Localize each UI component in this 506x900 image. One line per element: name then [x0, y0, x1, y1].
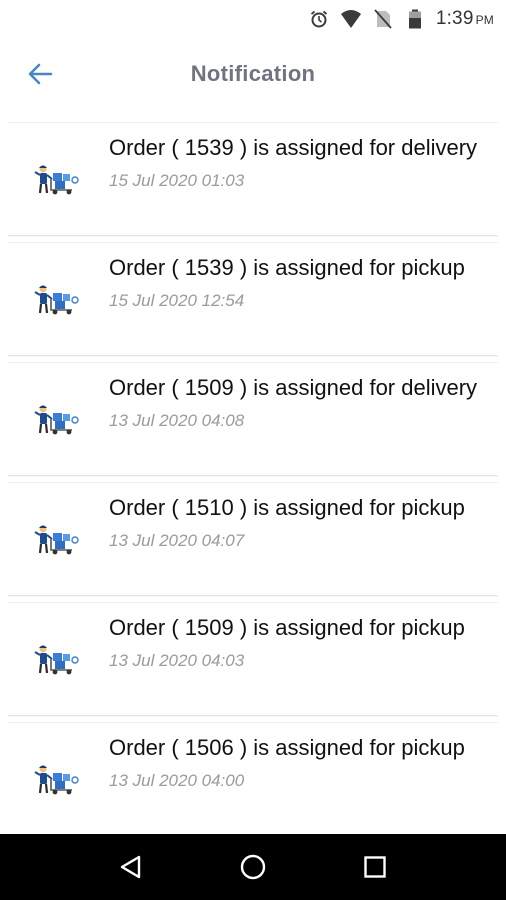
delivery-man-icon [34, 763, 80, 795]
home-circle-icon [240, 854, 266, 880]
status-bar: 1:39 PM [0, 0, 506, 38]
notification-timestamp: 13 Jul 2020 04:07 [109, 531, 245, 550]
status-time: 1:39 PM [435, 8, 494, 29]
notification-item[interactable]: Order ( 1509 ) is assigned for delivery … [8, 362, 498, 476]
notification-timestamp: 13 Jul 2020 04:08 [109, 411, 245, 430]
app-bar: Notification [0, 38, 506, 110]
delivery-man-icon [34, 403, 80, 435]
alarm-icon [308, 8, 330, 30]
notification-message: Order ( 1509 ) is assigned for delivery [109, 375, 478, 400]
back-arrow-icon [28, 63, 53, 85]
notification-message: Order ( 1506 ) is assigned for pickup [109, 735, 465, 760]
nav-home-button[interactable] [233, 847, 273, 887]
notification-timestamp: 13 Jul 2020 04:03 [109, 651, 245, 670]
nav-back-button[interactable] [111, 847, 151, 887]
notification-item[interactable]: Order ( 1509 ) is assigned for pickup 13… [8, 602, 498, 716]
notification-item[interactable]: Order ( 1506 ) is assigned for pickup 13… [8, 722, 498, 834]
battery-icon [404, 8, 426, 30]
wifi-icon [340, 8, 362, 30]
notification-message: Order ( 1510 ) is assigned for pickup [109, 495, 465, 520]
notification-message: Order ( 1539 ) is assigned for delivery [109, 135, 478, 160]
page-title: Notification [190, 61, 316, 86]
nav-recents-button[interactable] [355, 847, 395, 887]
delivery-man-icon [34, 163, 80, 195]
system-nav-bar [0, 834, 506, 900]
delivery-man-icon [34, 643, 80, 675]
recents-square-icon [364, 856, 386, 878]
delivery-man-icon [34, 523, 80, 555]
delivery-man-icon [34, 283, 80, 315]
notification-timestamp: 13 Jul 2020 04:00 [109, 771, 245, 790]
notification-message: Order ( 1539 ) is assigned for pickup [109, 255, 465, 280]
notification-item[interactable]: Order ( 1510 ) is assigned for pickup 13… [8, 482, 498, 596]
notification-message: Order ( 1509 ) is assigned for pickup [109, 615, 465, 640]
notification-item[interactable]: Order ( 1539 ) is assigned for delivery … [8, 122, 498, 236]
notification-timestamp: 15 Jul 2020 12:54 [109, 291, 245, 310]
notification-list[interactable]: Order ( 1539 ) is assigned for delivery … [0, 118, 506, 834]
back-button[interactable] [24, 58, 56, 90]
back-triangle-icon [120, 855, 141, 879]
notification-item[interactable]: Order ( 1539 ) is assigned for pickup 15… [8, 242, 498, 356]
notification-timestamp: 15 Jul 2020 01:03 [109, 171, 245, 190]
no-sim-icon [372, 8, 394, 30]
